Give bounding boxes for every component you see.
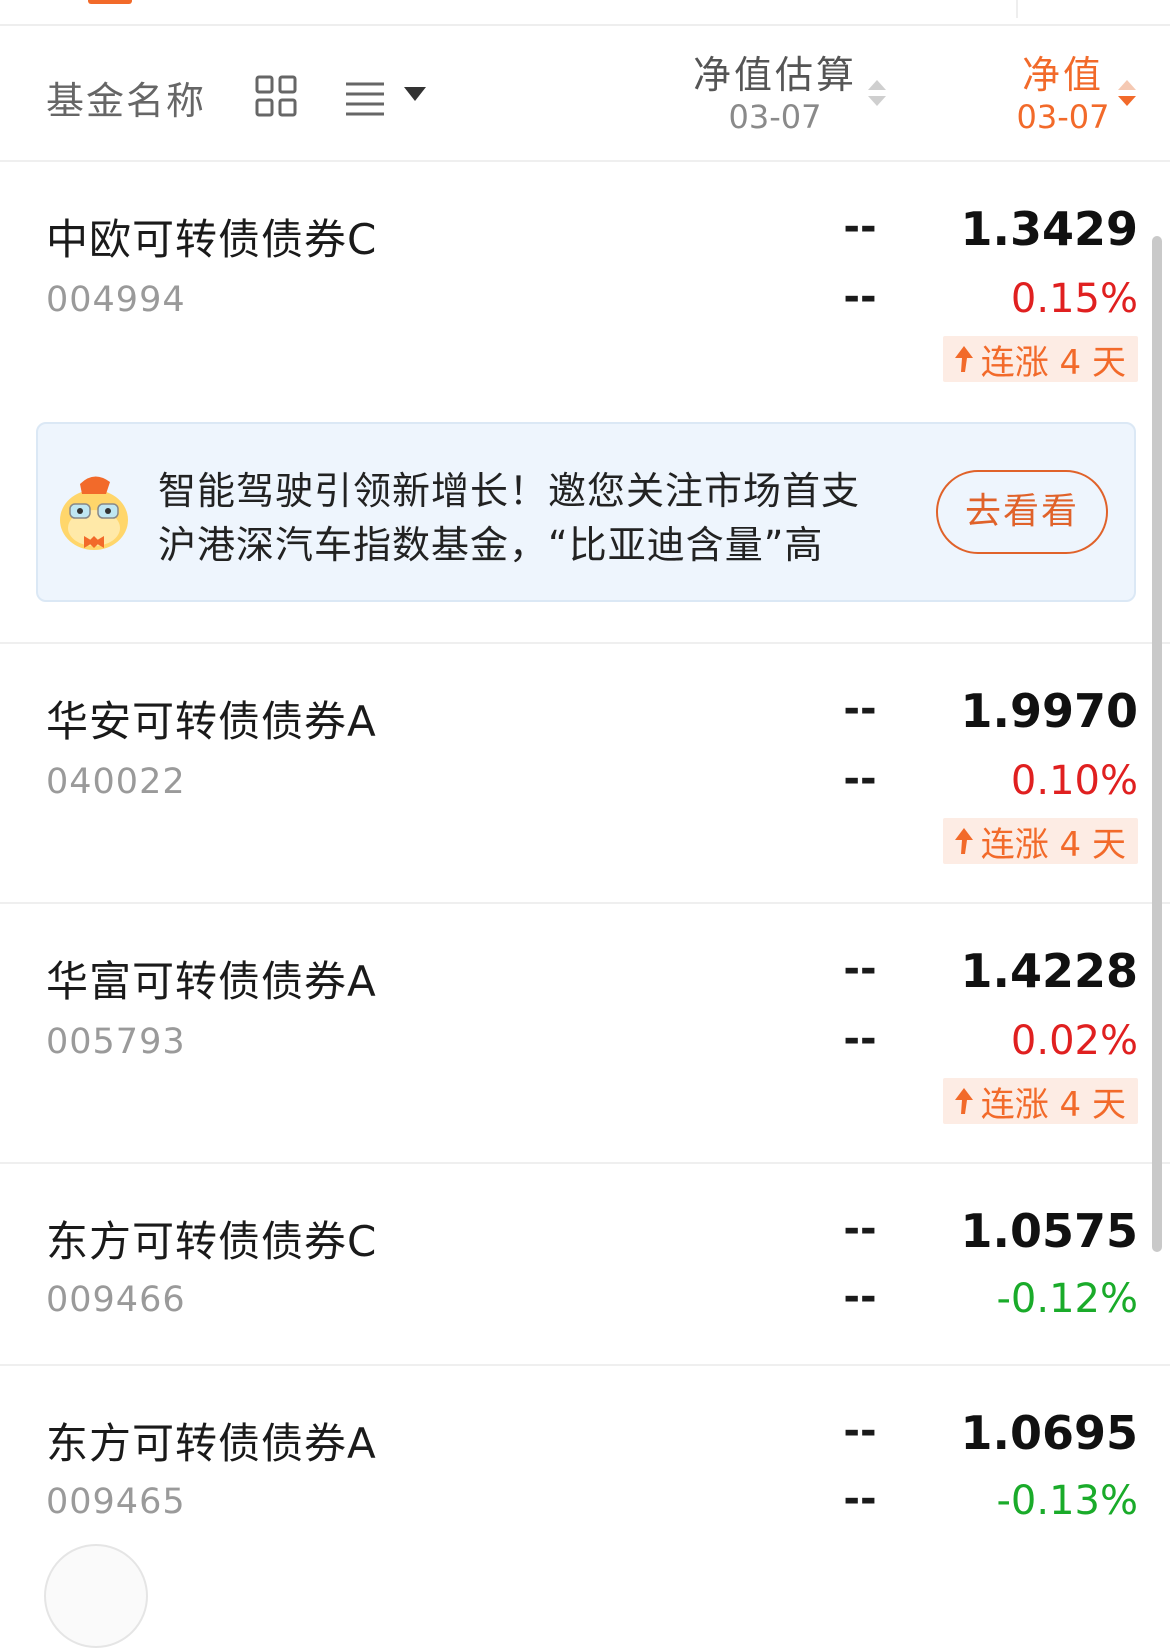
estimate-change: -- — [843, 274, 877, 320]
estimate-change: -- — [843, 1274, 877, 1320]
column-nav[interactable]: 净值 03-07 — [1008, 52, 1118, 136]
fund-name: 东方可转债债券C — [46, 1217, 378, 1266]
fund-code: 009465 — [46, 1482, 186, 1522]
estimate-value: -- — [843, 1206, 877, 1252]
rise-streak-badge: 连涨 4 天 — [942, 818, 1138, 865]
estimate-value: -- — [843, 686, 877, 732]
dropdown-caret-icon[interactable] — [402, 84, 428, 104]
list-view-icon[interactable] — [344, 78, 388, 118]
nav-change: 0.02% — [1010, 1018, 1138, 1064]
banner-text: 智能驾驶引领新增长！邀您关注市场首支 沪港深汽车指数基金，“比亚迪含量”高 — [158, 464, 918, 572]
scrollbar[interactable] — [1152, 236, 1162, 1252]
column-estimate-date: 03-07 — [728, 98, 822, 136]
nav-change: -0.13% — [996, 1478, 1138, 1524]
arrow-up-icon — [954, 828, 973, 854]
banner-view-button[interactable]: 去看看 — [936, 470, 1108, 554]
fund-name: 华安可转债债券A — [46, 697, 377, 746]
fund-name: 东方可转债债券A — [46, 1419, 377, 1468]
fund-name: 华富可转债债券A — [46, 957, 377, 1006]
list-header: 基金名称 净值估算 03-07 净值 03-07 — [0, 26, 1170, 162]
fund-code: 040022 — [46, 762, 186, 802]
fund-name: 中欧可转债债券C — [46, 215, 378, 264]
fund-code: 004994 — [46, 280, 186, 320]
grid-view-icon[interactable] — [254, 74, 298, 118]
column-estimate-label: 净值估算 — [692, 53, 857, 97]
column-nav-label: 净值 — [1021, 53, 1104, 97]
estimate-value: -- — [843, 1408, 877, 1454]
sort-nav-icon[interactable] — [1116, 78, 1138, 108]
banner-line-1: 智能驾驶引领新增长！邀您关注市场首支 — [158, 469, 861, 513]
banner-line-2: 沪港深汽车指数基金，“比亚迪含量”高 — [158, 523, 824, 567]
arrow-up-icon — [954, 346, 973, 372]
rise-streak-text: 连涨 4 天 — [980, 1084, 1126, 1125]
fund-code: 009466 — [46, 1280, 186, 1320]
estimate-value: -- — [843, 204, 877, 250]
fund-row[interactable]: 东方可转债债券C 009466 -- -- 1.0575 -0.12% — [0, 1164, 1170, 1366]
tab-indicator — [88, 0, 132, 4]
top-divider — [1016, 0, 1018, 18]
nav-value: 1.9970 — [960, 684, 1138, 738]
rise-streak-badge: 连涨 4 天 — [942, 1078, 1138, 1125]
fund-row[interactable]: 华富可转债债券A 005793 -- -- 1.4228 0.02% 连涨 4 … — [0, 904, 1170, 1164]
top-tab-strip — [0, 0, 1170, 26]
nav-change: -0.12% — [996, 1276, 1138, 1322]
nav-value: 1.3429 — [960, 202, 1138, 256]
rise-streak-text: 连涨 4 天 — [980, 824, 1126, 865]
mascot-icon — [60, 476, 128, 550]
fund-code: 005793 — [46, 1022, 186, 1062]
estimate-change: -- — [843, 1016, 877, 1062]
column-nav-date: 03-07 — [1016, 98, 1110, 136]
nav-value: 1.0575 — [960, 1204, 1138, 1258]
promo-banner[interactable]: 智能驾驶引领新增长！邀您关注市场首支 沪港深汽车指数基金，“比亚迪含量”高 去看… — [36, 422, 1136, 602]
fund-row[interactable]: 华安可转债债券A 040022 -- -- 1.9970 0.10% 连涨 4 … — [0, 644, 1170, 904]
nav-value: 1.4228 — [960, 944, 1138, 998]
estimate-change: -- — [843, 756, 877, 802]
estimate-change: -- — [843, 1476, 877, 1522]
nav-value: 1.0695 — [960, 1406, 1138, 1460]
nav-change: 0.15% — [1010, 276, 1138, 322]
column-estimate[interactable]: 净值估算 03-07 — [690, 52, 860, 136]
rise-streak-text: 连涨 4 天 — [980, 342, 1126, 383]
column-fund-name: 基金名称 — [46, 79, 207, 123]
fund-row[interactable]: 东方可转债债券A 009465 -- -- 1.0695 -0.13% — [0, 1366, 1170, 1569]
rise-streak-badge: 连涨 4 天 — [942, 336, 1138, 383]
floating-button[interactable] — [44, 1544, 148, 1648]
sort-estimate-icon[interactable] — [866, 78, 888, 108]
nav-change: 0.10% — [1010, 758, 1138, 804]
arrow-up-icon — [954, 1088, 973, 1114]
estimate-value: -- — [843, 946, 877, 992]
